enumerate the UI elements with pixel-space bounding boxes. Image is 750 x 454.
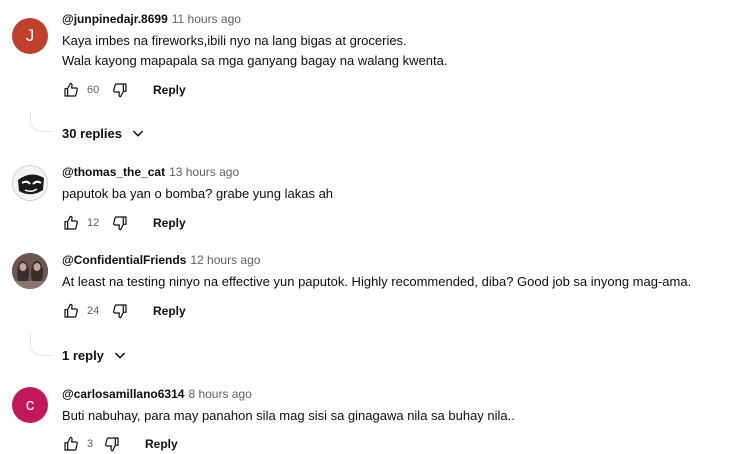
comment-time[interactable]: 13 hours ago [169, 165, 239, 179]
like-count: 24 [87, 305, 100, 317]
profile-photo-icon [12, 253, 48, 289]
comment-text-line: Wala kayong mapapala sa mga ganyang baga… [62, 53, 448, 68]
view-replies-button[interactable]: 30 replies [62, 125, 146, 141]
comment-text: At least na testing ninyo na effective y… [62, 272, 740, 292]
comment-actions: 3 Reply [62, 434, 178, 454]
thread-connector [30, 332, 52, 356]
like-icon[interactable] [62, 302, 80, 320]
comment-text-line: At least na testing ninyo na effective y… [62, 274, 692, 289]
comment-author[interactable]: @carlosamillano6314 [62, 387, 184, 401]
reply-button[interactable]: Reply [145, 437, 178, 451]
replies-label: 1 reply [62, 347, 104, 363]
comment-author[interactable]: @thomas_the_cat [62, 165, 165, 179]
comment-time[interactable]: 11 hours ago [172, 12, 241, 26]
like-count: 12 [87, 217, 100, 229]
chevron-down-icon [132, 130, 144, 137]
chevron-down-icon [114, 352, 126, 359]
avatar[interactable] [12, 253, 48, 289]
like-icon[interactable] [62, 81, 80, 99]
comment-time[interactable]: 8 hours ago [188, 387, 251, 401]
dislike-icon[interactable] [111, 214, 129, 232]
comment-actions: 12 Reply [62, 213, 186, 233]
comment-text: Buti nabuhay, para may panahon sila mag … [62, 406, 740, 426]
cat-face-icon [13, 166, 47, 200]
comment-author[interactable]: @ConfidentialFriends [62, 253, 186, 267]
like-count: 60 [87, 84, 100, 96]
avatar-letter: J [25, 26, 35, 45]
reply-button[interactable]: Reply [153, 304, 186, 318]
dislike-icon[interactable] [111, 81, 129, 99]
reply-button[interactable]: Reply [153, 216, 186, 230]
comment-text: Kaya imbes na fireworks,ibili nyo na lan… [62, 31, 740, 71]
avatar-letter: c [25, 395, 35, 414]
view-replies-button[interactable]: 1 reply [62, 347, 128, 363]
avatar[interactable]: c [12, 387, 48, 423]
comment-text-line: Kaya imbes na fireworks,ibili nyo na lan… [62, 33, 407, 48]
thread-connector [30, 112, 52, 132]
comment-text: paputok ba yan o bomba? grabe yung lakas… [62, 184, 740, 204]
avatar[interactable] [12, 165, 48, 201]
comment-time[interactable]: 12 hours ago [190, 253, 260, 267]
comment-actions: 60 Reply [62, 80, 186, 100]
replies-label: 30 replies [62, 125, 122, 141]
comment-text-line: Buti nabuhay, para may panahon sila mag … [62, 408, 515, 423]
like-icon[interactable] [62, 435, 80, 453]
comment-text-line: paputok ba yan o bomba? grabe yung lakas… [62, 186, 334, 201]
like-icon[interactable] [62, 214, 80, 232]
avatar[interactable]: J [12, 18, 48, 54]
like-count: 3 [87, 438, 94, 450]
comment-actions: 24 Reply [62, 301, 186, 321]
dislike-icon[interactable] [103, 435, 121, 453]
reply-button[interactable]: Reply [153, 83, 186, 97]
comment-author[interactable]: @junpinedajr.8699 [62, 12, 168, 26]
dislike-icon[interactable] [111, 302, 129, 320]
